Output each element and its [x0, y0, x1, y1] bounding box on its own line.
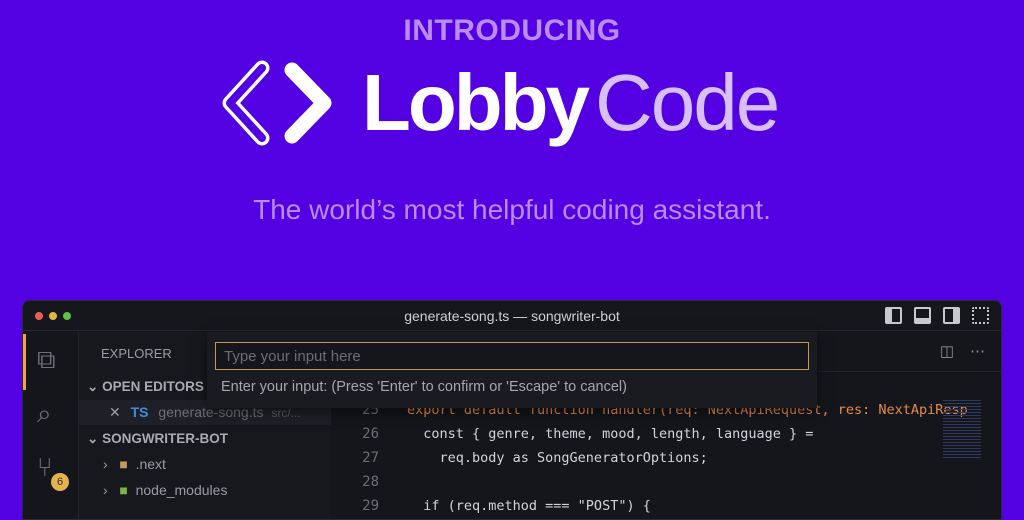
source-control-badge: 6 [51, 473, 69, 491]
code-line: req.body as SongGeneratorOptions; [407, 450, 708, 466]
activity-bar: ⧉ ⌕ ⑂ 6 [23, 332, 79, 519]
intro-label: INTRODUCING [403, 14, 621, 47]
minimap[interactable] [943, 400, 981, 460]
line-number: 28 [362, 474, 379, 490]
folder-node-icon: ■ [119, 482, 128, 498]
open-editors-label: OPEN EDITORS [102, 379, 204, 394]
brand-code: Code [594, 58, 780, 147]
source-control-icon[interactable]: ⑂ [37, 452, 53, 483]
typescript-icon: TS [130, 404, 149, 420]
line-number: 27 [362, 450, 379, 466]
explorer-files-icon[interactable]: ⧉ [37, 344, 56, 376]
code-brackets-icon [222, 60, 332, 146]
brand-lobby: Lobby [362, 58, 590, 147]
open-file-path: src/... [271, 406, 301, 420]
project-label: SONGWRITER-BOT [102, 431, 229, 446]
more-actions-icon[interactable]: ⋯ [970, 342, 985, 360]
quick-input-field[interactable] [215, 342, 809, 370]
line-number: 26 [362, 426, 379, 442]
quick-input-widget: Enter your input: (Press 'Enter' to conf… [207, 332, 817, 408]
close-icon[interactable]: ✕ [109, 404, 121, 420]
toggle-primary-sidebar-icon[interactable] [885, 307, 902, 324]
search-icon[interactable]: ⌕ [37, 398, 52, 430]
tree-item-node-modules[interactable]: › ■ node_modules [79, 478, 331, 503]
toggle-panel-icon[interactable] [914, 307, 931, 324]
split-editor-icon[interactable]: ◫ [940, 342, 954, 360]
tree-item-label: node_modules [135, 482, 228, 498]
window-title: generate-song.ts — songwriter-bot [404, 308, 620, 324]
editor-window: generate-song.ts — songwriter-bot ⧉ ⌕ ⑂ … [22, 300, 1002, 520]
tree-item-label: .next [135, 456, 166, 472]
quick-input-hint: Enter your input: (Press 'Enter' to conf… [221, 379, 627, 395]
project-section[interactable]: ⌄ SONGWRITER-BOT [79, 426, 331, 451]
customize-layout-icon[interactable] [972, 307, 989, 324]
tree-item-next[interactable]: › ■ .next [79, 452, 331, 477]
folder-next-icon: ■ [119, 456, 128, 472]
logo: Lobby Code [222, 58, 780, 148]
code-line: const { genre, theme, mood, length, lang… [407, 426, 814, 442]
active-indicator [23, 334, 26, 390]
tagline: The world’s most helpful coding assistan… [253, 194, 771, 225]
toggle-secondary-sidebar-icon[interactable] [943, 307, 960, 324]
title-bar: generate-song.ts — songwriter-bot [23, 301, 1001, 331]
